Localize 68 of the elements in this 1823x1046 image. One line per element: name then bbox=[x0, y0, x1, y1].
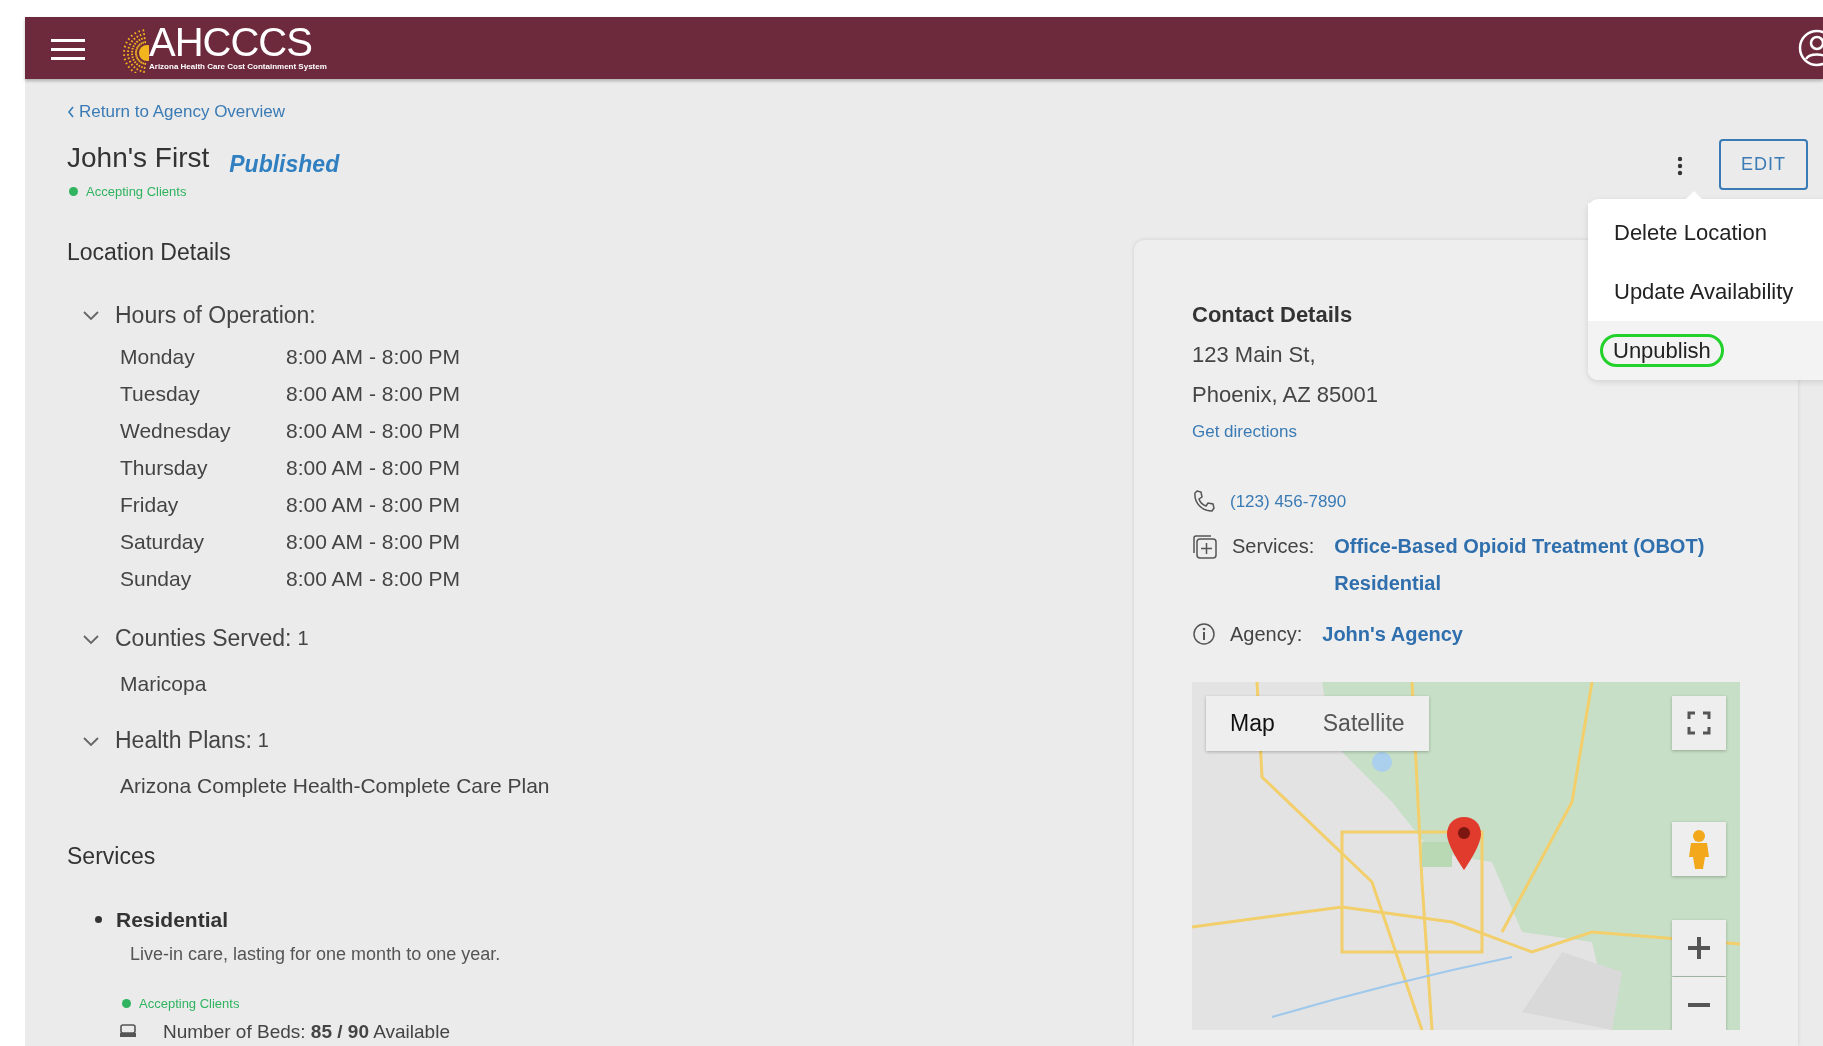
directions-link[interactable]: Get directions bbox=[1192, 422, 1297, 441]
plus-icon bbox=[1686, 935, 1712, 961]
service-name: Residential bbox=[116, 906, 229, 933]
section-heading: Services bbox=[67, 842, 157, 871]
address-line: Phoenix, AZ 85001 bbox=[1192, 382, 1378, 407]
section-title: Health Plans: bbox=[115, 726, 252, 755]
location-title: John's First bbox=[67, 143, 210, 174]
section-heading: Location Details bbox=[67, 238, 232, 267]
back-link[interactable]: Return to Agency Overview bbox=[67, 99, 285, 125]
minus-icon bbox=[1686, 1002, 1712, 1008]
pegman-icon bbox=[1687, 829, 1711, 869]
chevron-down-icon bbox=[83, 634, 99, 645]
menu-button[interactable] bbox=[51, 36, 85, 61]
add-box-icon bbox=[1192, 534, 1218, 560]
map-pin-icon[interactable] bbox=[1446, 816, 1482, 872]
hours-text: 8:00 AM - 8:00 PM bbox=[286, 491, 460, 518]
day-label: Thursday bbox=[120, 454, 209, 481]
bed-icon bbox=[119, 1023, 137, 1040]
day-label: Friday bbox=[120, 491, 180, 518]
card-title: Contact Details bbox=[1192, 301, 1354, 329]
status-text: Accepting Clients bbox=[86, 182, 187, 201]
day-label: Sunday bbox=[120, 565, 193, 592]
phone-link[interactable]: (123) 456-7890 bbox=[1230, 488, 1347, 514]
logo-text: AHCCCS bbox=[149, 23, 313, 60]
chevron-left-icon bbox=[67, 106, 75, 118]
phone-icon bbox=[1192, 489, 1216, 514]
service-link[interactable]: Office-Based Opioid Treatment (OBOT) bbox=[1334, 528, 1705, 565]
address-line: 123 Main St, bbox=[1192, 342, 1316, 367]
menu-item[interactable]: Unpublish bbox=[1588, 321, 1823, 381]
section-title: Counties Served: bbox=[115, 624, 292, 653]
service-link[interactable]: Residential bbox=[1334, 565, 1705, 602]
hours-text: 8:00 AM - 8:00 PM bbox=[286, 417, 460, 444]
list-text: Arizona Complete Health-Complete Care Plan bbox=[120, 772, 551, 799]
hours-text: 8:00 AM - 8:00 PM bbox=[286, 380, 460, 407]
hours-text: 8:00 AM - 8:00 PM bbox=[286, 528, 460, 555]
day-label: Saturday bbox=[120, 528, 206, 555]
map-type-tab[interactable]: Satellite bbox=[1298, 696, 1429, 751]
chevron-down-icon bbox=[83, 736, 99, 747]
list-text: Maricopa bbox=[120, 670, 208, 697]
map-type-tab[interactable]: Map bbox=[1206, 696, 1299, 751]
status-label: Published bbox=[229, 150, 340, 179]
day-label: Wednesday bbox=[120, 417, 232, 444]
hours-text: 8:00 AM - 8:00 PM bbox=[286, 565, 460, 592]
status-text: Accepting Clients bbox=[139, 995, 240, 1013]
vertical-dots-icon bbox=[1677, 155, 1683, 176]
field-label: Services: bbox=[1232, 534, 1315, 559]
fullscreen-button[interactable] bbox=[1672, 696, 1726, 750]
zoom-in-button[interactable] bbox=[1672, 920, 1726, 976]
day-label: Tuesday bbox=[120, 380, 201, 407]
count-text: 1 bbox=[297, 626, 309, 652]
status-dot bbox=[122, 999, 131, 1009]
section-title: Hours of Operation: bbox=[115, 300, 316, 330]
edit-button[interactable]: EDIT bbox=[1719, 139, 1808, 191]
info-icon bbox=[1192, 622, 1216, 646]
bullet-icon bbox=[95, 915, 102, 923]
logo-subtitle: Arizona Health Care Cost Containment System bbox=[149, 60, 327, 73]
count-text: 1 bbox=[257, 728, 269, 754]
fullscreen-icon bbox=[1687, 711, 1711, 735]
agency-link[interactable]: John's Agency bbox=[1322, 619, 1463, 649]
service-description: Live-in care, lasting for one month to one year. bbox=[130, 943, 502, 966]
status-dot bbox=[69, 186, 78, 196]
chevron-down-icon bbox=[83, 311, 99, 322]
hours-text: 8:00 AM - 8:00 PM bbox=[286, 454, 460, 481]
day-label: Monday bbox=[120, 343, 196, 370]
beds-text: Number of Beds: 85 / 90 Available bbox=[163, 1019, 450, 1044]
field-label: Agency: bbox=[1230, 622, 1303, 647]
zoom-out-button[interactable] bbox=[1672, 977, 1726, 1030]
hours-text: 8:00 AM - 8:00 PM bbox=[286, 343, 460, 370]
